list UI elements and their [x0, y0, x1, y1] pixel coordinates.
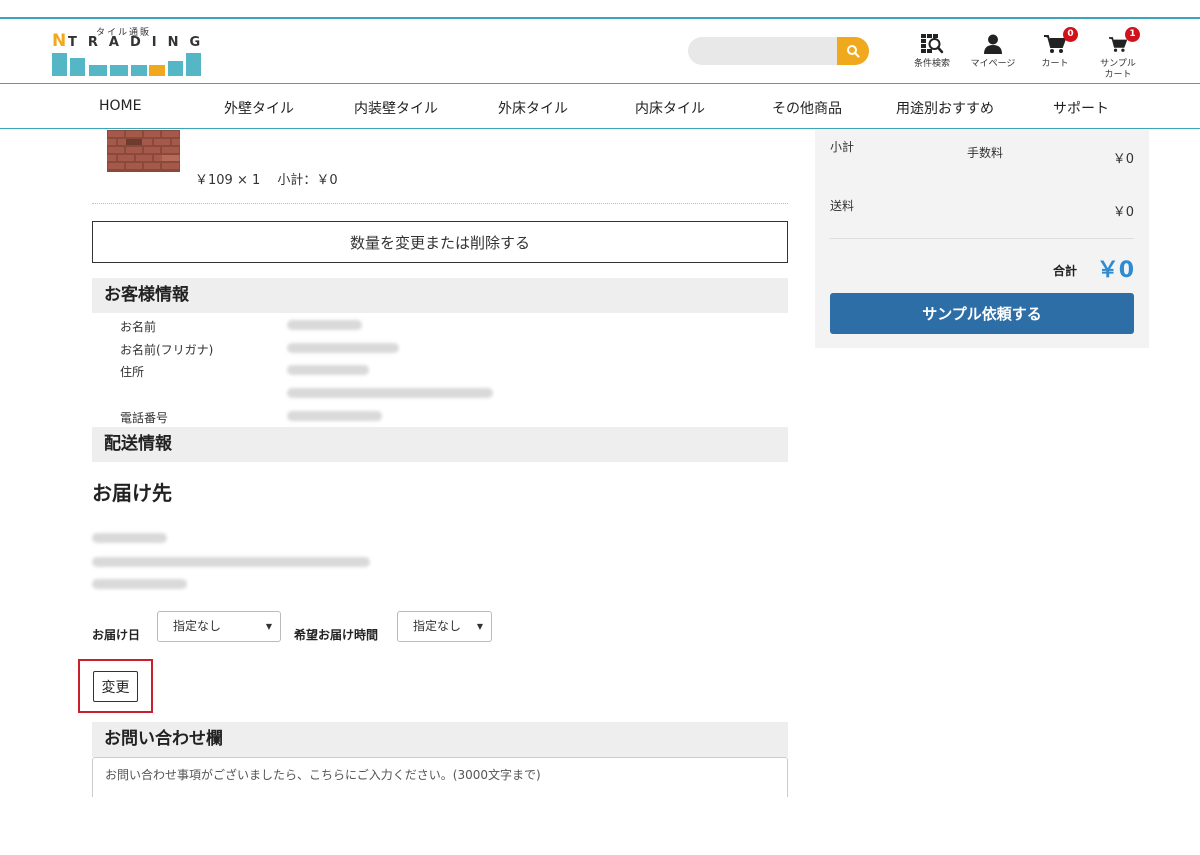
delivery-time-value: 指定なし [413, 619, 462, 633]
nav-item-home[interactable]: HOME [99, 98, 141, 114]
delivery-date-value: 指定なし [173, 619, 222, 633]
search-box[interactable] [688, 37, 869, 65]
nav-item-interior-wall[interactable]: 内装壁タイル [354, 98, 438, 118]
cart-count-badge: 0 [1063, 27, 1078, 42]
change-quantity-button[interactable]: 数量を変更または削除する [92, 221, 788, 263]
sample-cart-label-line2: カート [1104, 70, 1132, 80]
redacted-dest-phone [92, 579, 187, 589]
cart-item-price-line: ￥109 × 1 小計：￥0 [195, 173, 338, 188]
fee-label: 手数料 [967, 146, 1004, 160]
delivery-time-label: 希望お届け時間 [294, 628, 379, 642]
sample-cart-label-line1: サンプル [1100, 59, 1136, 69]
search-icon [847, 45, 860, 58]
logo-initial: N [52, 31, 67, 51]
site-logo[interactable]: N タイル通販 TRADING [52, 25, 202, 77]
subtotal-label: 小計 [830, 140, 855, 154]
logo-bars [52, 53, 202, 76]
label-phone: 電話番号 [120, 411, 169, 425]
chevron-down-icon: ▼ [476, 622, 483, 631]
label-name: お名前 [120, 320, 157, 334]
nav-item-exterior-floor[interactable]: 外床タイル [498, 98, 568, 118]
global-nav: HOME 外壁タイル 内装壁タイル 外床タイル 内床タイル その他商品 用途別お… [0, 83, 1200, 129]
label-name-kana: お名前(フリガナ) [120, 343, 214, 357]
inquiry-textarea[interactable]: お問い合わせ事項がございましたら、こちらにご入力ください。(3000文字まで) [92, 757, 788, 797]
shipping-fee-label: 送料 [830, 199, 855, 213]
search-button[interactable] [837, 37, 869, 65]
sample-cart-icon [1109, 36, 1127, 52]
mypage-label: マイページ [970, 59, 1016, 69]
change-destination-button[interactable]: 変更 [93, 671, 138, 702]
total-value: ￥0 [1096, 258, 1134, 283]
summary-divider [830, 238, 1134, 239]
delivery-time-select[interactable]: 指定なし ▼ [397, 611, 492, 642]
sample-cart-link[interactable]: 1 サンプル カート [1094, 27, 1142, 81]
condition-search-label: 条件検索 [913, 59, 950, 69]
shipping-info-heading: 配送情報 [92, 427, 788, 462]
nav-item-support[interactable]: サポート [1053, 98, 1109, 118]
redacted-postal [287, 365, 369, 375]
site-header: N タイル通販 TRADING 条件検索 マイページ 0 カート 1 サンプル … [0, 19, 1200, 82]
product-thumbnail[interactable] [107, 130, 180, 172]
cart-link[interactable]: 0 カート [1036, 27, 1078, 70]
redacted-address [287, 388, 493, 398]
nav-item-interior-floor[interactable]: 内床タイル [635, 98, 705, 118]
inquiry-heading: お問い合わせ欄 [92, 722, 788, 757]
customer-info-heading: お客様情報 [92, 278, 788, 313]
fee-value: ￥0 [1112, 152, 1134, 167]
user-icon [984, 34, 1002, 54]
chevron-down-icon: ▼ [265, 622, 272, 631]
redacted-dest-address [92, 557, 370, 567]
destination-title: お届け先 [92, 481, 172, 505]
nav-item-exterior-wall[interactable]: 外壁タイル [224, 98, 294, 118]
delivery-date-select[interactable]: 指定なし ▼ [157, 611, 281, 642]
total-label: 合計 [1053, 264, 1078, 278]
nav-item-other-products[interactable]: その他商品 [772, 98, 842, 118]
redacted-phone [287, 411, 382, 421]
order-summary: 小計 手数料 ￥0 送料 ￥0 合計 ￥0 サンプル依頼する [815, 130, 1149, 348]
label-address: 住所 [120, 365, 145, 379]
divider [92, 203, 788, 204]
delivery-date-label: お届け日 [92, 628, 141, 642]
logo-wordmark: TRADING [68, 35, 212, 50]
inquiry-placeholder: お問い合わせ事項がございましたら、こちらにご入力ください。(3000文字まで) [105, 768, 541, 782]
redacted-name-kana [287, 343, 399, 353]
redacted-dest-name [92, 533, 167, 543]
cart-label: カート [1041, 59, 1069, 69]
sample-cart-count-badge: 1 [1125, 27, 1140, 42]
shipping-fee-value: ￥0 [1112, 205, 1134, 220]
mypage-link[interactable]: マイページ [966, 33, 1020, 70]
request-sample-button[interactable]: サンプル依頼する [830, 293, 1134, 334]
redacted-name [287, 320, 362, 330]
condition-search-link[interactable]: 条件検索 [909, 33, 955, 70]
nav-item-by-use[interactable]: 用途別おすすめ [896, 98, 994, 118]
tile-search-icon [921, 34, 944, 54]
